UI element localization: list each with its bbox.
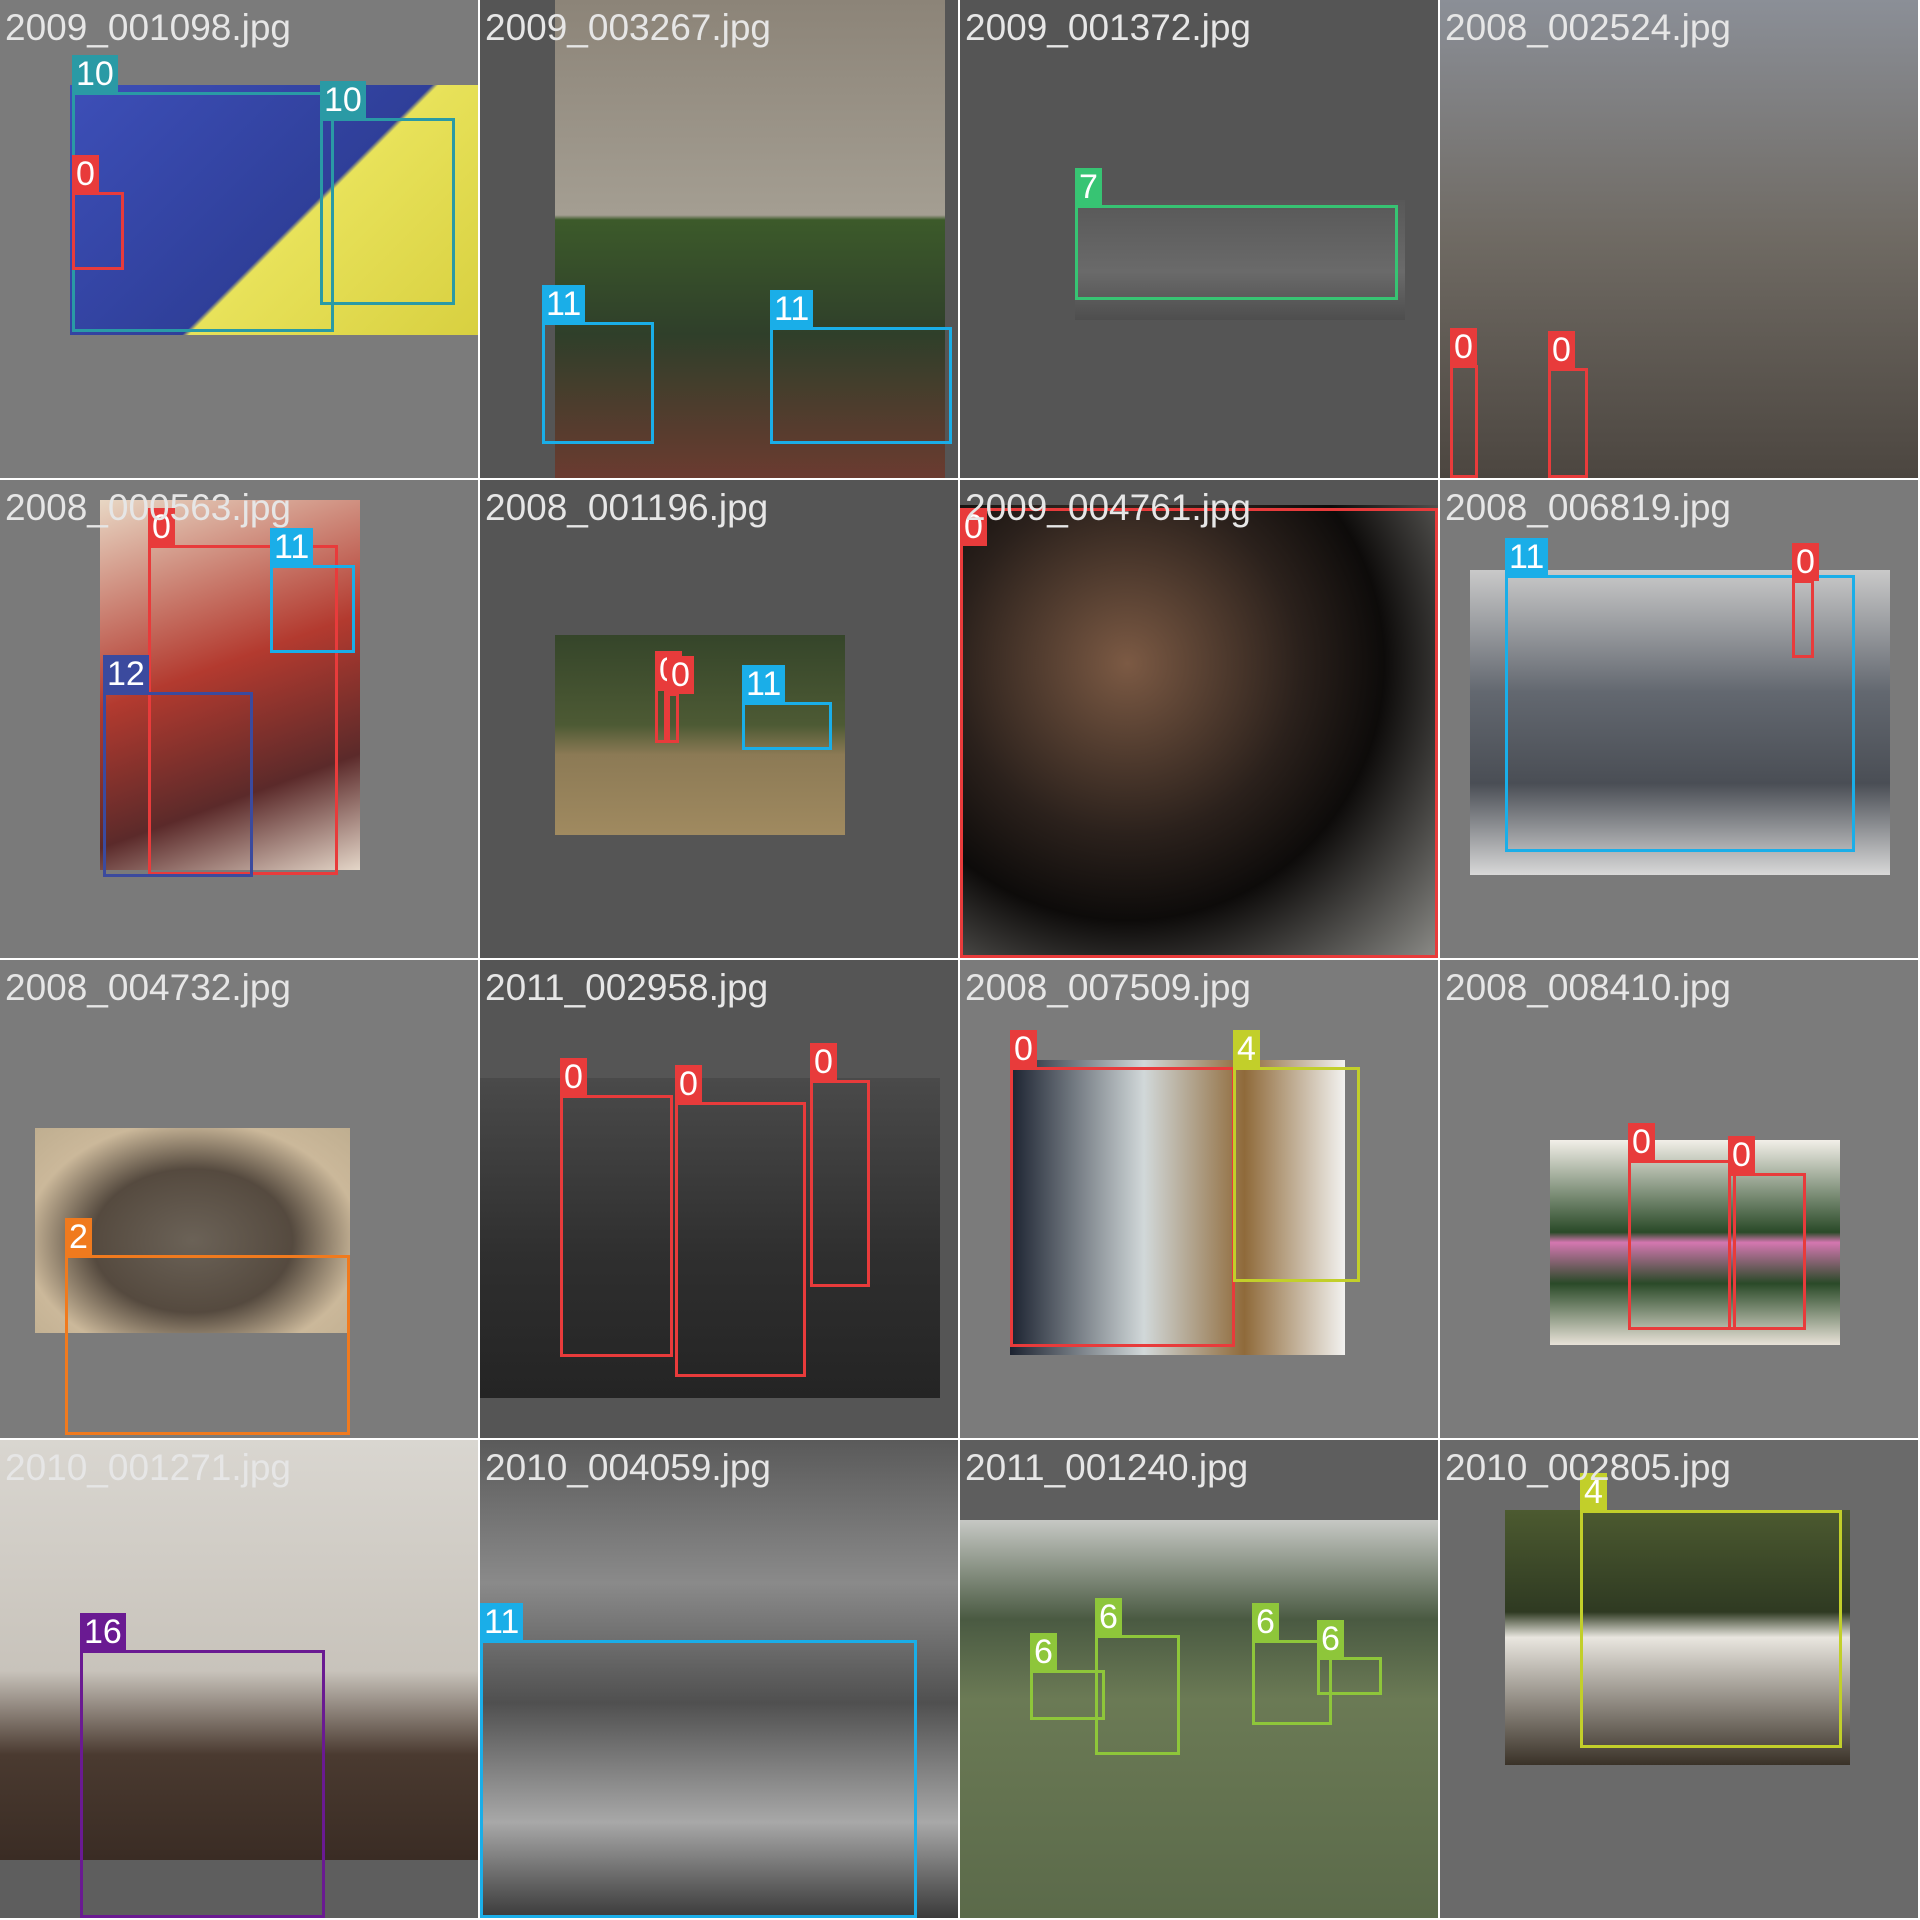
class-label-tag: 11	[742, 665, 786, 703]
bounding-box: 0	[655, 651, 682, 743]
bounding-box: 16	[80, 1613, 325, 1918]
mosaic-tile: 2008_008410.jpg 0 0	[1440, 960, 1920, 1440]
class-label-tag: 0	[1548, 331, 1575, 369]
bounding-box: 0	[810, 1043, 870, 1287]
class-label-tag: 11	[270, 528, 314, 566]
class-label-tag: 12	[103, 655, 149, 693]
class-label-tag: 0	[667, 656, 694, 694]
class-label-tag: 6	[1252, 1603, 1279, 1641]
bounding-box: 11	[270, 528, 355, 653]
filename-label: 2008_007509.jpg	[965, 967, 1252, 1008]
class-label-tag: 0	[675, 1065, 702, 1103]
mosaic-tile: 2010_002805.jpg 4	[1440, 1440, 1920, 1920]
filename-label: 2010_001271.jpg	[5, 1447, 292, 1488]
photo-thumbnail	[1440, 0, 1918, 478]
class-label-tag: 16	[80, 1613, 126, 1651]
mosaic-tile: 2009_001098.jpg 10 10 0	[0, 0, 480, 480]
bounding-box: 6	[1095, 1598, 1180, 1755]
bounding-box: 4	[1580, 1473, 1842, 1748]
bounding-box: 0	[1792, 543, 1819, 658]
class-label-tag: 11	[770, 290, 814, 328]
filename-label: 2011_002958.jpg	[485, 967, 769, 1008]
filename-label: 2010_004059.jpg	[485, 1447, 772, 1488]
class-label-tag: 0	[560, 1058, 587, 1096]
class-label-tag: 0	[1628, 1123, 1655, 1161]
mosaic-tile: 2008_001196.jpg 00 11	[480, 480, 960, 960]
bounding-box: 2	[65, 1218, 350, 1435]
filename-label: 2008_000563.jpg	[5, 487, 292, 528]
bounding-box: 0	[72, 155, 124, 270]
mosaic-tile: 2008_006819.jpg 11 0	[1440, 480, 1920, 960]
class-label-tag: 0	[1450, 328, 1477, 366]
class-label-tag: 6	[1095, 1598, 1122, 1636]
mosaic-tile: 2009_004761.jpg 0	[960, 480, 1440, 960]
bounding-box: 0	[667, 656, 694, 743]
filename-label: 2008_004732.jpg	[5, 967, 292, 1008]
bounding-box: 10	[320, 81, 455, 305]
bounding-box: 11	[770, 290, 952, 444]
bounding-box: 0	[675, 1065, 806, 1377]
mosaic-tile: 2009_003267.jpg 11 11	[480, 0, 960, 480]
filename-label: 2009_003267.jpg	[485, 7, 772, 48]
mosaic-tile: 2011_002958.jpg 0 0 0	[480, 960, 960, 1440]
class-label-tag: 4	[1233, 1030, 1260, 1068]
mosaic-tile: 2010_001271.jpg 16	[0, 1440, 480, 1920]
bounding-box: 6	[1317, 1620, 1382, 1695]
class-label-tag: 2	[65, 1218, 92, 1256]
bounding-box: 0	[1450, 328, 1478, 478]
bounding-box: 11	[542, 285, 654, 444]
mosaic-tile: 2009_001372.jpg 7	[960, 0, 1440, 480]
class-label-tag: 10	[320, 81, 366, 119]
class-label-tag: 10	[72, 55, 118, 93]
filename-label: 2011_001240.jpg	[965, 1447, 1249, 1488]
filename-label: 2008_001196.jpg	[485, 487, 769, 528]
class-label-tag: 0	[1010, 1030, 1037, 1068]
class-label-tag: 6	[1030, 1633, 1057, 1671]
class-label-tag: 11	[480, 1603, 524, 1641]
bounding-box: 11	[742, 665, 832, 750]
filename-label: 2009_001372.jpg	[965, 7, 1252, 48]
bounding-box: 0	[1728, 1136, 1806, 1330]
filename-label: 2008_006819.jpg	[1445, 487, 1732, 528]
class-label-tag: 0	[72, 155, 99, 193]
class-label-tag: 0	[810, 1043, 837, 1081]
mosaic-tile: 2008_004732.jpg 2	[0, 960, 480, 1440]
class-label-tag: 7	[1075, 168, 1102, 206]
bounding-box: 4	[1233, 1030, 1360, 1282]
class-label-tag: 11	[542, 285, 586, 323]
bounding-box: 0	[560, 1058, 673, 1357]
mosaic-tile: 2011_001240.jpg 6 6 6 6	[960, 1440, 1440, 1920]
class-label-tag: 0	[1792, 543, 1819, 581]
filename-label: 2009_001098.jpg	[5, 7, 292, 48]
filename-label: 2008_008410.jpg	[1445, 967, 1732, 1008]
filename-label: 2008_002524.jpg	[1445, 7, 1732, 48]
class-label-tag: 0	[1728, 1136, 1755, 1174]
class-label-tag: 6	[1317, 1620, 1344, 1658]
filename-label: 2010_002805.jpg	[1445, 1447, 1732, 1488]
mosaic-tile: 2008_000563.jpg 0 11 12	[0, 480, 480, 960]
bounding-box: 6	[1030, 1633, 1105, 1720]
bounding-box: 12	[103, 655, 253, 877]
bounding-box: 0	[1548, 331, 1588, 478]
class-label-tag: 11	[1505, 538, 1549, 576]
mosaic-tile: 2008_007509.jpg 0 4	[960, 960, 1440, 1440]
filename-label: 2009_004761.jpg	[965, 487, 1252, 528]
image-mosaic-grid: 2009_001098.jpg 10 10 0 2009_003267.jpg 11 11 2…	[0, 0, 1920, 1920]
bounding-box: 11	[480, 1603, 917, 1918]
bounding-box: 0	[1628, 1123, 1736, 1330]
bounding-box: 0	[1010, 1030, 1235, 1347]
mosaic-tile: 2008_002524.jpg 0 0	[1440, 0, 1920, 480]
bounding-box: 7	[1075, 168, 1398, 300]
bounding-box: 0	[960, 508, 1438, 958]
mosaic-tile: 2010_004059.jpg 11	[480, 1440, 960, 1920]
